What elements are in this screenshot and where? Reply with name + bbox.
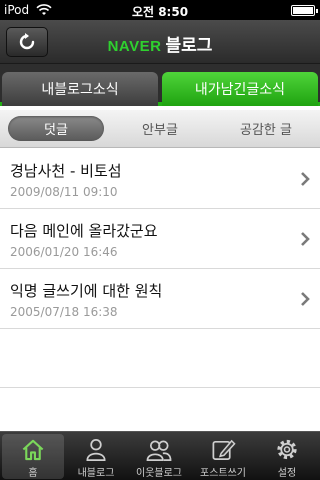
tab-label: 포스트쓰기	[200, 468, 246, 479]
tab-settings[interactable]: 설정	[256, 434, 318, 479]
segment-liked-posts[interactable]: 공감한 글	[218, 116, 314, 141]
tab-label: 설정	[277, 468, 297, 479]
tab-my-blog-news[interactable]: 내블로그소식	[2, 72, 158, 106]
home-icon	[22, 439, 44, 461]
tab-my-comments-news[interactable]: 내가남긴글소식	[162, 72, 318, 106]
segment-control: 덧글 안부글 공감한 글	[0, 110, 320, 148]
item-title: 익명 글쓰기에 대한 원칙	[10, 282, 163, 300]
list-item[interactable]: 익명 글쓰기에 대한 원칙 2005/07/18 16:38	[0, 269, 320, 329]
chevron-right-icon	[301, 172, 310, 186]
naver-logo: NAVER	[107, 38, 162, 55]
status-bar: iPod 오전 8:50	[0, 0, 320, 20]
tab-bar-top: 내블로그소식 내가남긴글소식	[0, 64, 320, 106]
navigation-bar: NAVER 블로그	[0, 20, 320, 64]
tab-home[interactable]: 홈	[2, 434, 64, 479]
person-icon	[86, 439, 106, 461]
page-title: NAVER 블로그	[0, 31, 320, 56]
comment-list: 경남사천 - 비토섬 2009/08/11 09:10 다음 메인에 올라갔군요…	[0, 149, 320, 388]
list-item[interactable]: 다음 메인에 올라갔군요 2006/01/20 16:46	[0, 209, 320, 269]
empty-row	[0, 329, 320, 388]
item-date: 2005/07/18 16:38	[10, 305, 118, 319]
tab-neighbor-blog[interactable]: 이웃블로그	[128, 434, 190, 479]
segment-greetings[interactable]: 안부글	[112, 116, 208, 141]
item-title: 다음 메인에 올라갔군요	[10, 222, 158, 240]
item-title: 경남사천 - 비토섬	[10, 162, 122, 180]
tab-my-blog[interactable]: 내블로그	[65, 434, 127, 479]
item-date: 2009/08/11 09:10	[10, 185, 118, 199]
status-time: 오전 8:50	[131, 5, 189, 19]
gear-icon	[277, 439, 297, 460]
tab-label: 홈	[28, 468, 38, 479]
battery-icon	[291, 5, 318, 16]
item-date: 2006/01/20 16:46	[10, 245, 118, 259]
tab-write-post[interactable]: 포스트쓰기	[192, 434, 254, 479]
chevron-right-icon	[301, 232, 310, 246]
bottom-tab-bar: 홈 내블로그 이웃블로그 포스트쓰기 설정	[0, 431, 320, 480]
title-text: 블로그	[165, 36, 213, 56]
tab-label: 이웃블로그	[136, 468, 182, 479]
list-item[interactable]: 경남사천 - 비토섬 2009/08/11 09:10	[0, 149, 320, 209]
segment-comments[interactable]: 덧글	[8, 116, 104, 141]
people-icon	[146, 440, 172, 461]
chevron-right-icon	[301, 292, 310, 306]
tab-label: 내블로그	[77, 468, 115, 479]
pencil-icon	[212, 439, 236, 460]
